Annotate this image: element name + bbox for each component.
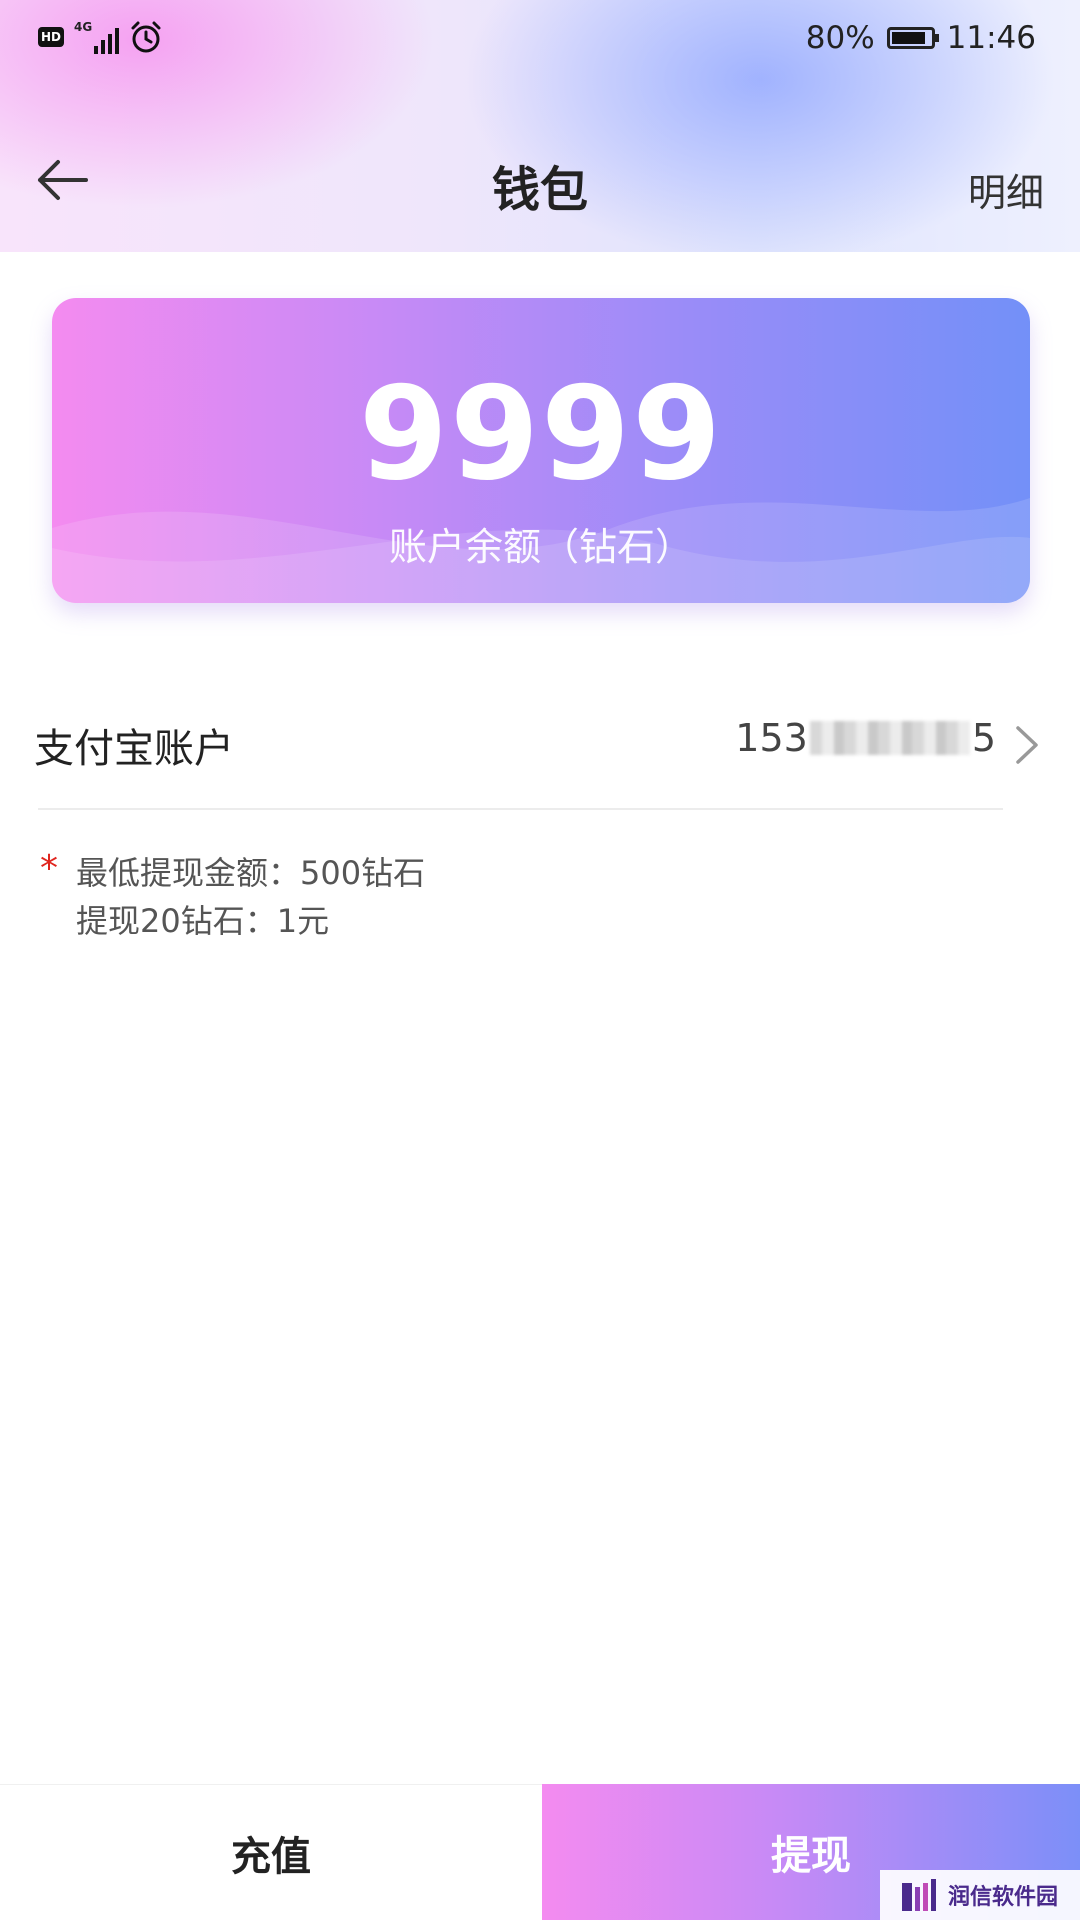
back-button[interactable] xyxy=(32,150,92,210)
masked-digits xyxy=(809,721,970,755)
battery-icon xyxy=(886,27,939,49)
alipay-account-value: 153 5 xyxy=(735,716,996,760)
status-bar: HD 4G 80% 11:46 xyxy=(0,0,1080,80)
alipay-label: 支付宝账户 xyxy=(34,726,234,772)
alipay-account-row[interactable]: 支付宝账户 153 5 xyxy=(0,702,1080,806)
alipay-value-prefix: 153 xyxy=(735,716,808,760)
alipay-value-suffix: 5 xyxy=(971,716,996,760)
watermark: 润信软件园 xyxy=(880,1870,1080,1920)
detail-button[interactable]: 明细 xyxy=(968,162,1044,217)
balance-card: 9999 账户余额（钻石） xyxy=(52,298,1030,603)
clock: 11:46 xyxy=(946,20,1036,56)
status-left: HD 4G xyxy=(38,20,163,54)
battery-percent: 80% xyxy=(805,20,875,56)
hd-icon: HD xyxy=(38,27,64,47)
exchange-rate-note: 提现20钻石：1元 xyxy=(76,902,330,940)
recharge-button[interactable]: 充值 xyxy=(0,1784,542,1921)
min-withdraw-note: 最低提现金额：500钻石 xyxy=(76,854,426,892)
arrow-left-icon xyxy=(38,160,88,200)
signal-bars xyxy=(94,28,120,54)
watermark-text: 润信软件园 xyxy=(948,1885,1059,1910)
network-label: 4G xyxy=(74,20,93,34)
alarm-icon xyxy=(131,21,161,53)
watermark-logo-icon xyxy=(902,1879,936,1911)
divider xyxy=(38,808,1003,810)
balance-caption: 账户余额（钻石） xyxy=(388,525,693,569)
chevron-right-icon xyxy=(1016,726,1038,764)
status-right: 80% 11:46 xyxy=(806,20,1036,56)
balance-amount: 9999 xyxy=(358,360,724,509)
signal-icon: 4G xyxy=(74,20,120,54)
note-marker: * xyxy=(40,848,58,889)
